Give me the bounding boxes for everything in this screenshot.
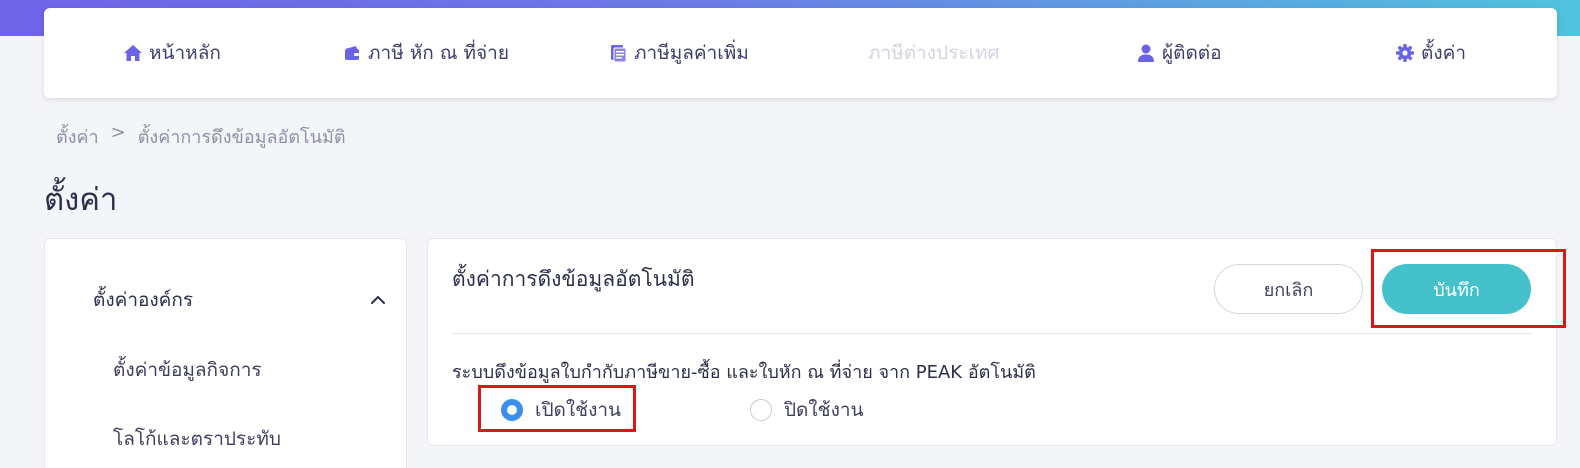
breadcrumb-root[interactable]: ตั้งค่า xyxy=(56,122,99,151)
save-button[interactable]: บันทึก xyxy=(1382,264,1531,314)
radio-unchecked-icon[interactable] xyxy=(750,399,772,421)
sidebar-item-business-info[interactable]: ตั้งค่าข้อมูลกิจการ xyxy=(113,355,262,385)
breadcrumb-current: ตั้งค่าการดึงข้อมูลอัตโนมัติ xyxy=(137,127,346,148)
wallet-icon xyxy=(342,43,362,63)
nav-item-home[interactable]: หน้าหลัก xyxy=(123,8,221,98)
panel-divider xyxy=(452,333,1532,334)
nav-item-settings[interactable]: ตั้งค่า xyxy=(1395,8,1466,98)
panel-title: ตั้งค่าการดึงข้อมูลอัตโนมัติ xyxy=(452,267,695,291)
radio-enable-label: เปิดใช้งาน xyxy=(535,399,622,421)
nav-item-foreign-tax: ภาษีต่างประเทศ xyxy=(868,8,1000,98)
cancel-button[interactable]: ยกเลิก xyxy=(1214,264,1363,314)
radio-enable[interactable]: เปิดใช้งาน xyxy=(501,395,621,425)
nav-item-label: ตั้งค่า xyxy=(1421,42,1466,64)
sidebar-group-organization[interactable]: ตั้งค่าองค์กร xyxy=(93,285,388,315)
auto-fetch-settings-panel: ตั้งค่าการดึงข้อมูลอัตโนมัติ ยกเลิก บันท… xyxy=(427,238,1566,446)
top-navbar: หน้าหลัก ภาษี หัก ณ ที่จ่าย ภาษีมูลค่าเพ… xyxy=(44,8,1557,98)
settings-sidebar: ตั้งค่าองค์กร ตั้งค่าข้อมูลกิจการ โลโก้แ… xyxy=(44,238,407,468)
page-title: ตั้งค่า xyxy=(44,182,118,218)
nav-item-label: ภาษีต่างประเทศ xyxy=(868,42,1000,64)
nav-item-label: ภาษีมูลค่าเพิ่ม xyxy=(634,42,749,64)
nav-item-label: หน้าหลัก xyxy=(149,42,221,64)
user-icon xyxy=(1136,43,1156,63)
chevron-up-icon xyxy=(368,290,388,310)
radio-disable-label: ปิดใช้งาน xyxy=(784,399,864,421)
home-icon xyxy=(123,43,143,63)
nav-item-label: ภาษี หัก ณ ที่จ่าย xyxy=(368,42,509,64)
nav-item-contacts[interactable]: ผู้ติดต่อ xyxy=(1136,8,1222,98)
nav-item-withholding-tax[interactable]: ภาษี หัก ณ ที่จ่าย xyxy=(342,8,509,98)
nav-item-label: ผู้ติดต่อ xyxy=(1162,42,1222,64)
breadcrumb: ตั้งค่า > ตั้งค่าการดึงข้อมูลอัตโนมัติ xyxy=(56,122,346,151)
radio-checked-icon[interactable] xyxy=(501,399,523,421)
sidebar-item-logo-stamp[interactable]: โลโก้และตราประทับ xyxy=(113,424,281,454)
auto-fetch-setting-label: ระบบดึงข้อมูลใบกำกับภาษีขาย-ซื้อ และใบหั… xyxy=(452,362,1036,383)
radio-disable[interactable]: ปิดใช้งาน xyxy=(750,395,864,425)
breadcrumb-separator: > xyxy=(110,122,126,143)
document-icon xyxy=(608,43,628,63)
gear-icon xyxy=(1395,43,1415,63)
sidebar-group-label: ตั้งค่าองค์กร xyxy=(93,289,194,311)
nav-item-vat[interactable]: ภาษีมูลค่าเพิ่ม xyxy=(608,8,749,98)
